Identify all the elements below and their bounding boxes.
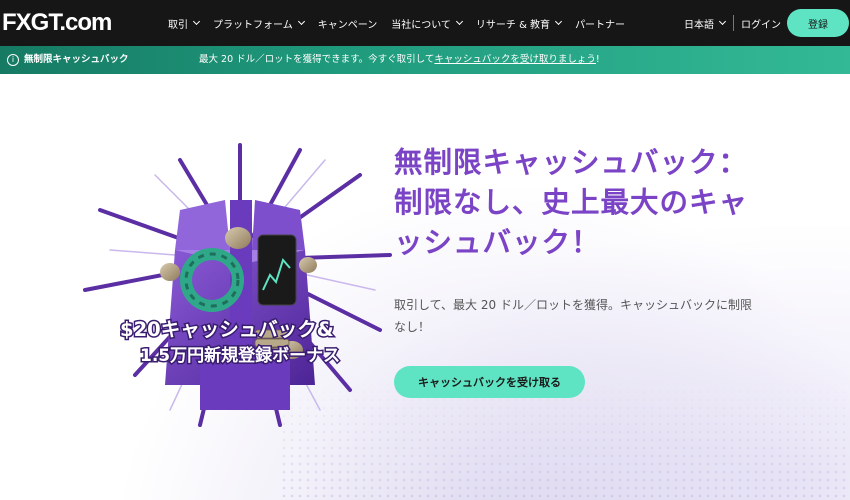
nav-item-research[interactable]: リサーチ & 教育 bbox=[476, 0, 563, 46]
chevron-down-icon bbox=[555, 17, 563, 26]
main-menu: 取引 プラットフォーム キャンペーン 当社について リサーチ & 教育 パートナ… bbox=[168, 0, 639, 46]
nav-item-trading[interactable]: 取引 bbox=[168, 0, 201, 46]
hero-subtext: 取引して、最大 20 ドル／ロットを獲得。キャッシュバックに制限なし！ bbox=[394, 298, 752, 334]
chevron-down-icon bbox=[455, 17, 463, 26]
claim-cashback-button[interactable]: キャッシュバックを受け取る bbox=[394, 366, 585, 398]
top-navbar: FXGT.com 取引 プラットフォーム キャンペーン 当社について リサーチ … bbox=[0, 0, 850, 46]
promo-banner: i 無制限キャッシュバック 最大 20 ドル／ロットを獲得できます。今すぐ取引し… bbox=[0, 46, 850, 74]
info-icon: i bbox=[7, 54, 19, 66]
nav-item-partner[interactable]: パートナー bbox=[575, 0, 625, 46]
nav-item-about[interactable]: 当社について bbox=[391, 0, 463, 46]
chevron-down-icon bbox=[718, 17, 727, 26]
coin-icon bbox=[225, 227, 251, 249]
chevron-down-icon bbox=[297, 17, 305, 26]
artwork-line-1: $20キャッシュバック& bbox=[120, 318, 334, 341]
artwork-line-2: 1.5万円新規登録ボーナス bbox=[140, 345, 340, 366]
language-selector[interactable]: 日本語 bbox=[684, 0, 727, 46]
login-link[interactable]: ログイン bbox=[741, 0, 781, 46]
chevron-down-icon bbox=[192, 17, 201, 26]
banner-title: 無制限キャッシュバック bbox=[24, 54, 129, 65]
hero-headline: 無制限キャッシュバック：制限なし、史上最大のキャッシュバック！ bbox=[394, 146, 749, 259]
nav-divider bbox=[733, 15, 734, 31]
banner-cashback-link[interactable]: キャッシュバックを受け取りましょう bbox=[434, 54, 596, 65]
fxgt-logo[interactable]: FXGT.com bbox=[2, 9, 112, 37]
phone-icon bbox=[257, 234, 297, 306]
banner-message: 最大 20 ドル／ロットを獲得できます。今すぐ取引してキャッシュバックを受け取り… bbox=[199, 54, 600, 65]
nav-item-campaign[interactable]: キャンペーン bbox=[318, 0, 378, 46]
cashback-artwork: $20キャッシュバック& 1.5万円新規登録ボーナス bbox=[83, 143, 392, 427]
nav-item-platform[interactable]: プラットフォーム bbox=[213, 0, 305, 46]
register-button[interactable]: 登録 bbox=[787, 9, 849, 37]
